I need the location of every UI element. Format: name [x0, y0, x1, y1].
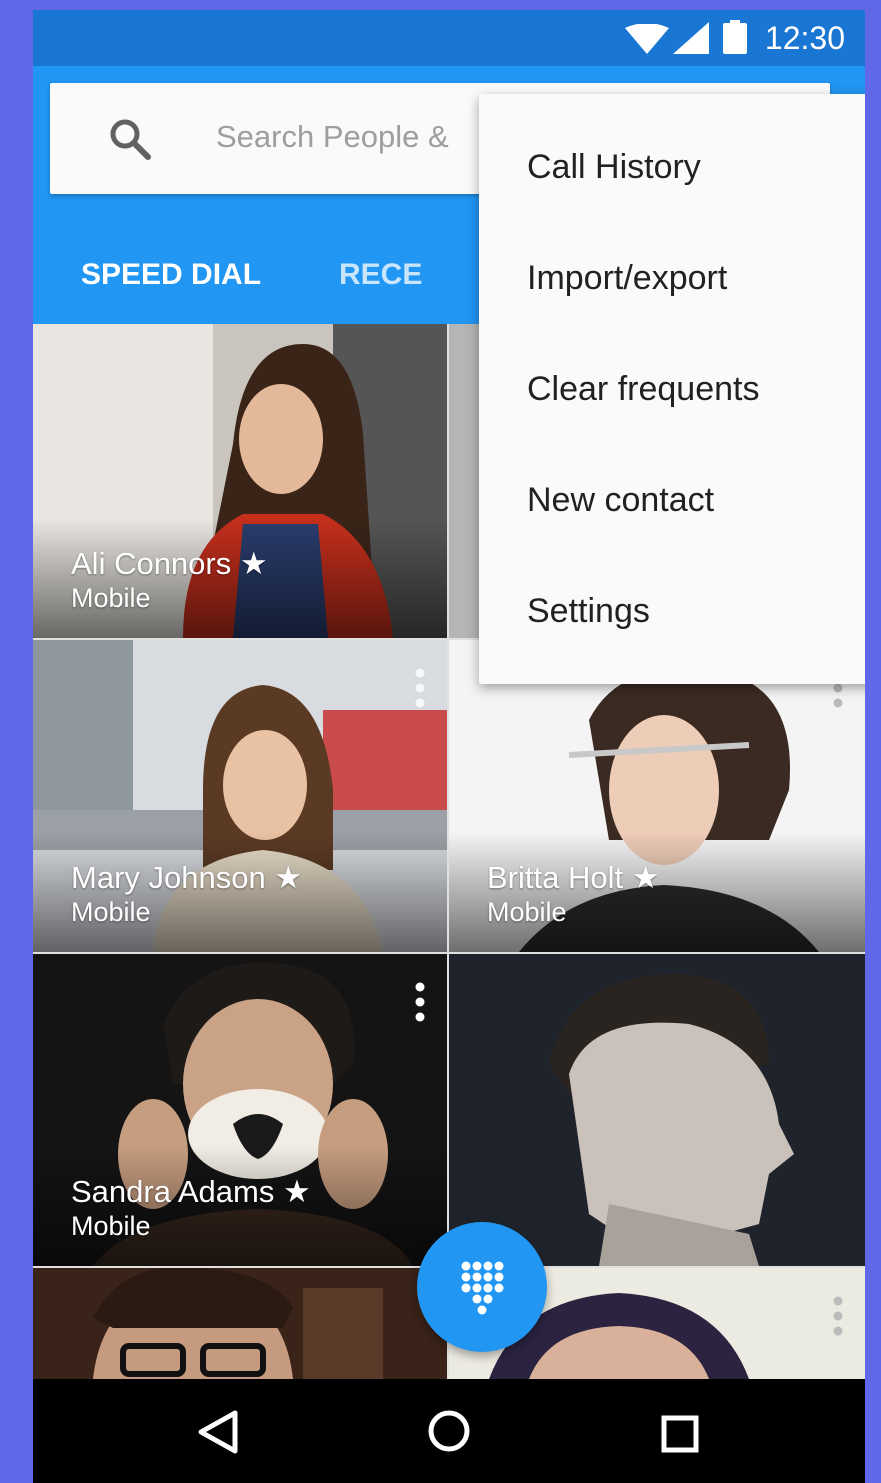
wifi-icon: [625, 24, 669, 54]
contact-tile[interactable]: [449, 954, 865, 1266]
menu-item-import-export[interactable]: Import/export: [479, 223, 865, 334]
contact-name: Britta Holt ★: [487, 860, 660, 895]
menu-item-clear-frequents[interactable]: Clear frequents: [479, 334, 865, 445]
menu-item-call-history[interactable]: Call History: [479, 112, 865, 223]
status-bar: 12:30: [33, 10, 865, 66]
contact-tile[interactable]: Mary Johnson ★ Mobile: [33, 640, 447, 952]
contact-tile[interactable]: Britta Holt ★ Mobile: [449, 640, 865, 952]
contact-photo: [449, 954, 865, 1266]
tab-speed-dial[interactable]: SPEED DIAL: [33, 226, 309, 324]
search-icon[interactable]: [108, 117, 152, 161]
recents-icon[interactable]: [661, 1415, 699, 1453]
status-time: 12:30: [764, 20, 845, 56]
navigation-bar: [33, 1379, 865, 1483]
contact-label: Mobile: [71, 897, 151, 927]
menu-item-settings[interactable]: Settings: [479, 556, 865, 667]
signal-icon: [673, 22, 709, 54]
dialpad-icon: [461, 1261, 504, 1315]
more-options-icon[interactable]: [833, 1296, 843, 1336]
dialpad-button[interactable]: [417, 1222, 547, 1352]
contact-name: Sandra Adams ★: [71, 1174, 311, 1209]
contact-label: Mobile: [71, 583, 151, 613]
more-options-icon[interactable]: [415, 668, 425, 708]
contact-label: Mobile: [71, 1211, 151, 1241]
overflow-menu: Call History Import/export Clear frequen…: [479, 94, 865, 684]
contact-tile[interactable]: Ali Connors ★ Mobile: [33, 324, 447, 638]
back-icon[interactable]: [195, 1409, 239, 1455]
contact-label: Mobile: [487, 897, 567, 927]
phone-screen: 12:30 Search People & SPEED DIAL RECE Al…: [33, 10, 865, 1483]
contact-photo: [33, 1268, 447, 1379]
battery-icon: [723, 20, 747, 54]
contact-name: Ali Connors ★: [71, 546, 268, 581]
contact-name: Mary Johnson ★: [71, 860, 303, 895]
search-input[interactable]: Search People &: [216, 117, 449, 157]
contact-tile[interactable]: Sandra Adams ★ Mobile: [33, 954, 447, 1266]
contact-tile[interactable]: [33, 1268, 447, 1379]
more-options-icon[interactable]: [415, 982, 425, 1022]
menu-item-new-contact[interactable]: New contact: [479, 445, 865, 556]
home-icon[interactable]: [427, 1409, 471, 1453]
